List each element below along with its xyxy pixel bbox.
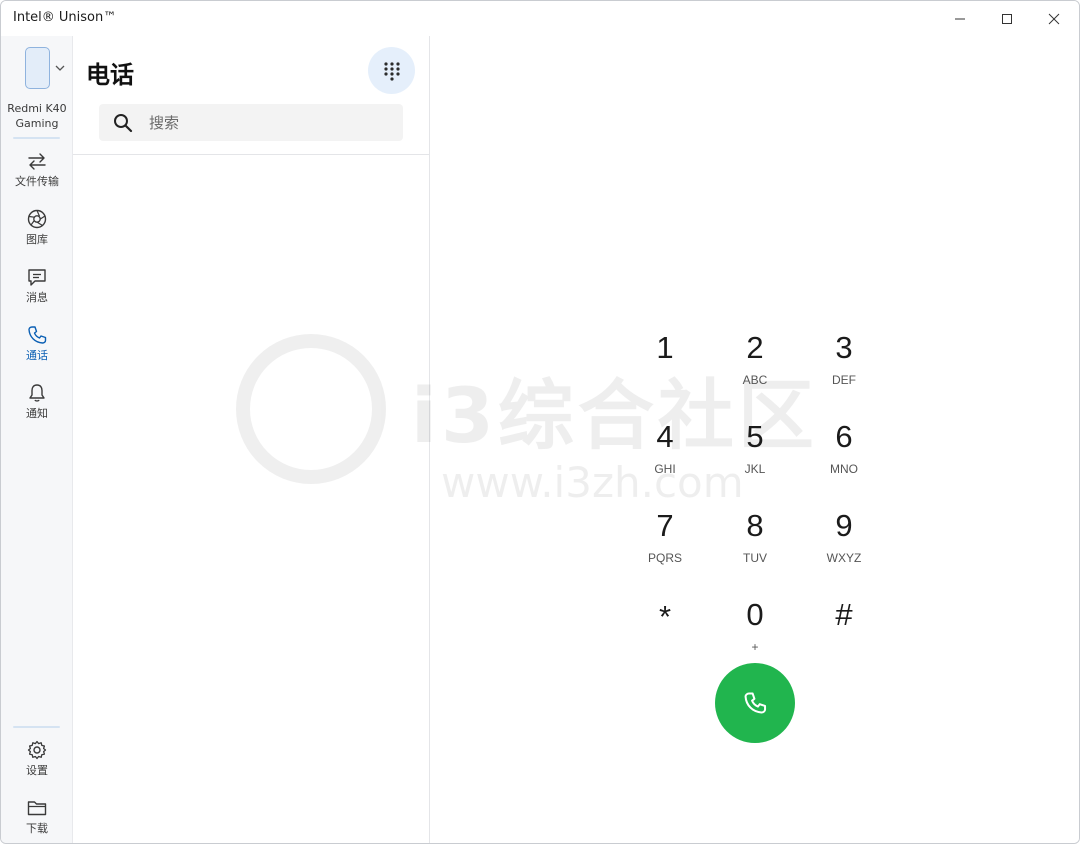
- phone-icon: [28, 326, 47, 344]
- nav-label-gallery: 图库: [26, 233, 48, 246]
- app-window: Intel® Unison™ Redmi K40 Gaming 文件传输 图库 …: [0, 0, 1080, 844]
- nav-label-downloads: 下载: [26, 822, 48, 835]
- key-letters: TUV: [743, 551, 767, 565]
- phone-list-pane: 电话: [73, 36, 430, 843]
- bell-icon: [29, 384, 45, 402]
- dial-key-star[interactable]: *: [625, 600, 705, 680]
- key-digit: 5: [746, 419, 764, 454]
- close-icon: [1048, 13, 1060, 24]
- app-title: Intel® Unison™: [13, 10, 117, 25]
- maximize-button[interactable]: [984, 1, 1030, 36]
- nav-label-notifications: 通知: [26, 407, 48, 420]
- call-button[interactable]: [715, 663, 795, 743]
- dial-key-3[interactable]: 3 DEF: [804, 331, 884, 411]
- dial-key-7[interactable]: 7 PQRS: [625, 509, 705, 589]
- search-input[interactable]: [149, 104, 389, 141]
- nav-rail: Redmi K40 Gaming 文件传输 图库 消息 通话 通知 设置 下载: [1, 36, 73, 843]
- dial-key-6[interactable]: 6 MNO: [804, 420, 884, 500]
- chevron-down-icon: [55, 65, 65, 71]
- nav-label-calls: 通话: [26, 349, 48, 362]
- key-digit: 2: [746, 330, 764, 365]
- nav-item-downloads[interactable]: 下载: [1, 795, 73, 843]
- dialpad-icon: [383, 61, 400, 81]
- dial-key-4[interactable]: 4 GHI: [625, 420, 705, 500]
- rail-divider: [13, 726, 60, 728]
- nav-label-messages: 消息: [26, 291, 48, 304]
- chat-bubble-icon: [28, 269, 46, 286]
- folder-icon: [27, 801, 47, 816]
- nav-item-settings[interactable]: 设置: [1, 737, 73, 789]
- dial-key-5[interactable]: 5 JKL: [715, 420, 795, 500]
- key-letters: JKL: [744, 462, 766, 476]
- key-letters: DEF: [832, 373, 856, 387]
- nav-item-notifications[interactable]: 通知: [1, 380, 73, 432]
- key-digit: 8: [746, 508, 764, 543]
- nav-item-messages[interactable]: 消息: [1, 264, 73, 316]
- phone-icon: [744, 692, 767, 714]
- gear-icon: [27, 740, 47, 760]
- key-letters: +: [751, 640, 759, 654]
- pane-divider: [73, 154, 429, 155]
- search-box[interactable]: [99, 104, 403, 141]
- dial-key-8[interactable]: 8 TUV: [715, 509, 795, 589]
- key-digit: *: [658, 599, 672, 634]
- rail-divider: [13, 137, 60, 139]
- minimize-button[interactable]: [937, 1, 983, 36]
- maximize-icon: [1002, 13, 1012, 24]
- dialpad-toggle-button[interactable]: [368, 47, 415, 94]
- key-digit: 7: [656, 508, 674, 543]
- search-icon: [114, 114, 133, 133]
- key-digit: 1: [656, 330, 674, 365]
- arrows-swap-icon: [28, 153, 46, 170]
- nav-item-calls[interactable]: 通话: [1, 322, 73, 374]
- title-bar: Intel® Unison™: [1, 1, 1079, 36]
- dialer-pane: i3综合社区 www.i3zh.com 1 2 ABC 3 DEF 4 GHI …: [236, 36, 1079, 843]
- phone-device-icon: [25, 47, 50, 89]
- key-digit: 3: [835, 330, 853, 365]
- nav-label-file-transfer: 文件传输: [15, 175, 59, 188]
- dial-key-1[interactable]: 1: [625, 331, 705, 411]
- dial-key-9[interactable]: 9 WXYZ: [804, 509, 884, 589]
- key-digit: 9: [835, 508, 853, 543]
- page-title: 电话: [86, 61, 134, 89]
- device-selector[interactable]: Redmi K40 Gaming: [1, 44, 73, 136]
- key-digit: #: [835, 597, 853, 632]
- key-digit: 4: [656, 419, 674, 454]
- device-name: Redmi K40 Gaming: [7, 102, 67, 130]
- dial-key-hash[interactable]: #: [804, 598, 884, 678]
- key-letters: MNO: [830, 462, 858, 476]
- key-digit: 6: [835, 419, 853, 454]
- key-digit: 0: [746, 597, 764, 632]
- key-letters: WXYZ: [826, 551, 862, 565]
- dial-key-2[interactable]: 2 ABC: [715, 331, 795, 411]
- nav-label-settings: 设置: [26, 764, 48, 777]
- aperture-icon: [27, 209, 47, 229]
- nav-item-gallery[interactable]: 图库: [1, 206, 73, 258]
- close-button[interactable]: [1031, 1, 1077, 36]
- key-letters: GHI: [654, 462, 676, 476]
- key-letters: ABC: [742, 373, 768, 387]
- nav-item-file-transfer[interactable]: 文件传输: [1, 148, 73, 200]
- key-letters: PQRS: [647, 551, 682, 565]
- minimize-icon: [955, 18, 965, 19]
